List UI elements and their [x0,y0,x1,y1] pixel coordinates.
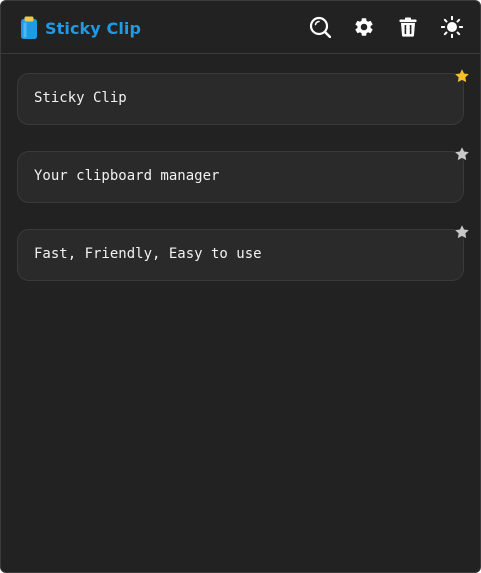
app-window: Sticky Clip Sticky Clip Your clipboard m… [0,0,481,573]
gear-icon [353,16,375,38]
brand: Sticky Clip [19,16,141,40]
clip-item[interactable]: Sticky Clip [17,73,464,125]
search-icon [309,16,331,38]
theme-toggle-button[interactable] [440,15,464,39]
clip-text: Your clipboard manager [34,168,220,184]
header: Sticky Clip [1,1,480,54]
clip-text: Fast, Friendly, Easy to use [34,246,262,262]
sun-icon [441,16,463,38]
clip-item[interactable]: Your clipboard manager [17,151,464,203]
star-icon[interactable] [454,224,470,240]
clipboard-icon [19,16,39,40]
search-button[interactable] [308,15,332,39]
settings-button[interactable] [352,15,376,39]
clear-button[interactable] [396,15,420,39]
clip-text: Sticky Clip [34,90,127,106]
star-icon[interactable] [454,146,470,162]
trash-icon [399,17,417,37]
star-icon-active[interactable] [454,68,470,84]
app-title: Sticky Clip [45,18,142,38]
clip-item[interactable]: Fast, Friendly, Easy to use [17,229,464,281]
